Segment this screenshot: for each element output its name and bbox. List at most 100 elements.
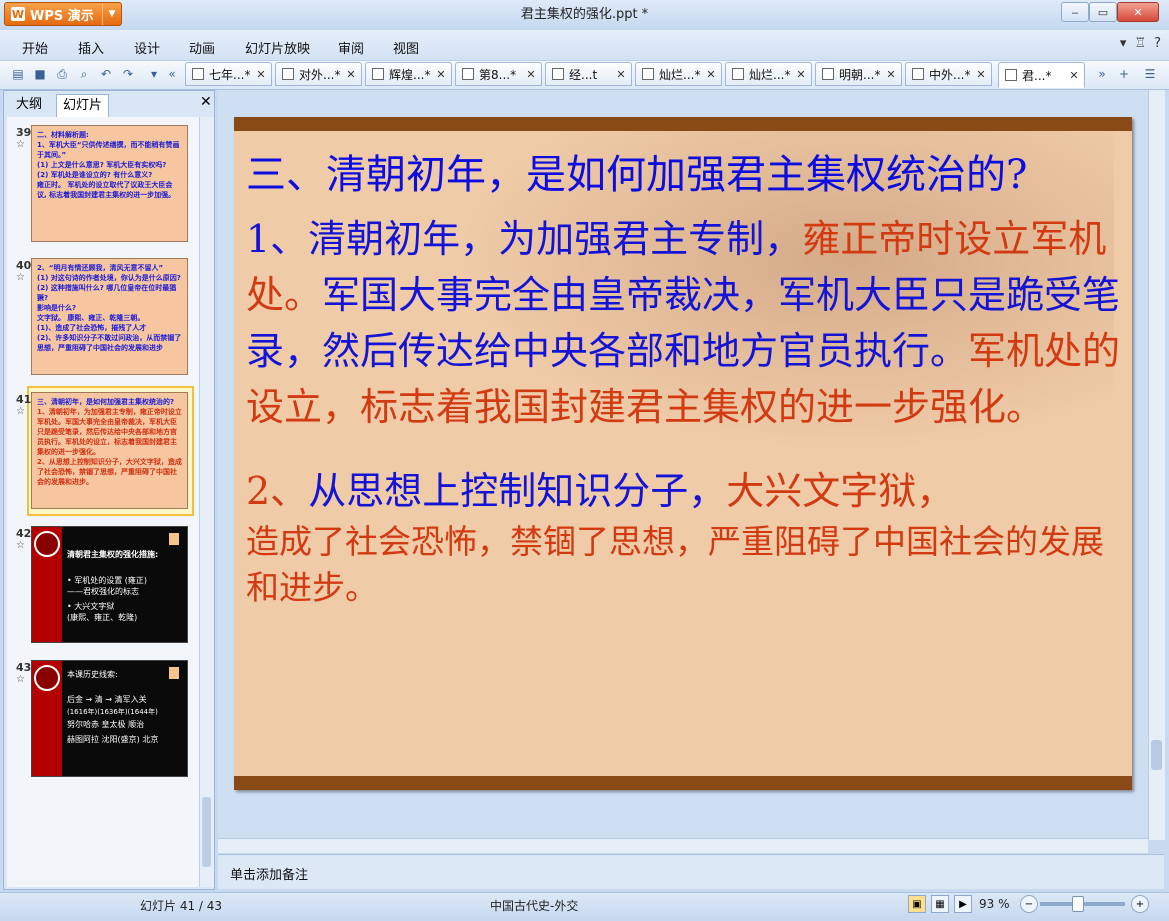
zoom-slider-handle[interactable] [1072, 896, 1084, 912]
current-slide[interactable]: 三、清朝初年，是如何加强君主集权统治的? 1、清朝初年，为加强君主专制，雍正帝时… [234, 117, 1132, 790]
horizontal-scrollbar[interactable] [218, 838, 1148, 853]
close-icon[interactable]: ✕ [974, 68, 988, 81]
animation-star-icon: ☆ [16, 540, 25, 551]
seal-icon [34, 531, 60, 557]
close-icon[interactable]: ✕ [254, 68, 268, 81]
animation-star-icon: ☆ [16, 139, 25, 150]
print-preview-icon[interactable]: ⌕ [76, 66, 92, 82]
document-icon [462, 68, 474, 80]
slide-text-box[interactable]: 三、清朝初年，是如何加强君主集权统治的? 1、清朝初年，为加强君主专制，雍正帝时… [246, 147, 1126, 611]
tab-outline[interactable]: 大纲 [10, 94, 48, 116]
chevron-down-icon[interactable]: ▾ [1120, 36, 1127, 51]
menu-slideshow[interactable]: 幻灯片放映 [245, 38, 310, 57]
chevron-down-icon[interactable]: ▼ [102, 3, 121, 25]
close-icon[interactable]: ✕ [524, 68, 538, 81]
zoom-in-icon[interactable]: + [1131, 895, 1149, 913]
document-icon [552, 68, 564, 80]
menu-view[interactable]: 视图 [393, 38, 419, 57]
close-icon[interactable]: ✕ [200, 94, 212, 110]
close-icon[interactable]: ✕ [884, 68, 898, 81]
doc-tab[interactable]: 明朝...* ✕ [815, 62, 902, 86]
doc-tab[interactable]: 对外...* ✕ [275, 62, 362, 86]
document-title: 君主集权的强化.ppt * [520, 7, 649, 22]
slide-heading: 三、清朝初年，是如何加强君主集权统治的? [246, 152, 1028, 198]
document-icon [732, 68, 744, 80]
tabs-scroll-left-icon[interactable]: « [164, 66, 180, 82]
tab-list-icon[interactable]: ☰ [1142, 66, 1158, 82]
doc-tab[interactable]: 灿烂...* ✕ [635, 62, 722, 86]
undo-icon[interactable]: ↶ [98, 66, 114, 82]
wps-logo-icon: W [11, 7, 25, 21]
animation-star-icon: ☆ [16, 406, 25, 417]
slide-bottom-band [234, 776, 1132, 790]
tab-slides[interactable]: 幻灯片 [56, 94, 110, 117]
menu-review[interactable]: 审阅 [338, 38, 364, 57]
slide-thumbnail-selected[interactable]: 三、清朝初年，是如何加强君主集权统治的? 1、清朝初年，为加强君主专制，雍正帝时… [31, 392, 188, 509]
app-menu-button[interactable]: W WPS 演示 ▼ [4, 2, 122, 26]
slide-paragraph-2-cont: 造成了社会恐怖，禁锢了思想，严重阻碍了中国社会的发展和进步。 [246, 522, 1104, 607]
menu-bar [0, 30, 1169, 60]
doc-tab[interactable]: 辉煌...* ✕ [365, 62, 452, 86]
skin-icon[interactable]: ♖ [1134, 36, 1146, 51]
menu-animation[interactable]: 动画 [189, 38, 215, 57]
slide-paragraph-1: 1、清朝初年，为加强君主专制，雍正帝时设立军机处。军国大事完全由皇帝裁决，军机大… [246, 217, 1121, 429]
animation-star-icon: ☆ [16, 674, 25, 685]
slideshow-play-icon[interactable]: ▶ [954, 895, 972, 913]
notes-placeholder: 单击添加备注 [230, 868, 309, 883]
close-button[interactable]: ✕ [1117, 2, 1159, 22]
document-icon [642, 68, 654, 80]
zoom-level: 93 % [979, 897, 1010, 911]
seal-icon [34, 665, 60, 691]
customize-dropdown-icon[interactable]: ▾ [146, 66, 162, 82]
doc-tab[interactable]: 七年...* ✕ [185, 62, 272, 86]
doc-tab[interactable]: 中外...* ✕ [905, 62, 992, 86]
scroll-thumb[interactable] [202, 797, 211, 867]
slide-thumbnail[interactable]: 本课历史线索: 后金 → 清 → 清军入关 (1616年)(1636年)(164… [31, 660, 188, 777]
help-icon[interactable]: ? [1154, 36, 1161, 51]
scroll-icon [169, 667, 179, 679]
slide-thumbnail[interactable]: 清朝君主集权的强化措施: • 军机处的设置 (雍正) ——君权强化的标志 • 大… [31, 526, 188, 643]
minimize-button[interactable]: ‒ [1061, 2, 1089, 22]
maximize-button[interactable]: ▭ [1089, 2, 1117, 22]
new-tab-icon[interactable]: + [1116, 66, 1132, 82]
close-icon[interactable]: ✕ [344, 68, 358, 81]
document-icon [912, 68, 924, 80]
slide-number: 43 [16, 661, 32, 674]
notes-pane[interactable]: 单击添加备注 [218, 854, 1164, 889]
close-icon[interactable]: ✕ [794, 68, 808, 81]
normal-view-icon[interactable]: ▣ [908, 895, 926, 913]
slide-paragraph-2: 2、从思想上控制知识分子，大兴文字狱， [246, 469, 955, 513]
scroll-thumb[interactable] [1151, 740, 1162, 770]
print-icon[interactable]: ⎙ [54, 66, 70, 82]
close-icon[interactable]: ✕ [614, 68, 628, 81]
vertical-scrollbar[interactable] [1148, 90, 1165, 840]
close-icon[interactable]: ✕ [434, 68, 448, 81]
menu-home[interactable]: 开始 [22, 38, 48, 57]
save-icon[interactable]: ■ [32, 66, 48, 82]
document-icon [282, 68, 294, 80]
document-icon [192, 68, 204, 80]
slide-number: 42 [16, 527, 32, 540]
doc-tab[interactable]: 第8...* ✕ [455, 62, 542, 86]
scroll-icon [169, 533, 179, 545]
document-icon [1005, 69, 1017, 81]
slide-thumbnail[interactable]: 二、材料解析题: 1、军机大臣“只供传述缮撰，而不能稍有赞画于其间。” (1) … [31, 125, 188, 242]
document-icon [822, 68, 834, 80]
menu-design[interactable]: 设计 [134, 38, 160, 57]
doc-tab-active[interactable]: 君...* ✕ [998, 62, 1085, 88]
redo-icon[interactable]: ↷ [120, 66, 136, 82]
open-folder-icon[interactable]: ▤ [10, 66, 26, 82]
menu-insert[interactable]: 插入 [78, 38, 104, 57]
zoom-out-icon[interactable]: − [1020, 895, 1038, 913]
tabs-scroll-right-icon[interactable]: » [1094, 66, 1110, 82]
slide-number: 39 [16, 126, 32, 139]
slide-counter: 幻灯片 41 / 43 [140, 899, 223, 913]
slide-sorter-icon[interactable]: ▦ [931, 895, 949, 913]
close-icon[interactable]: ✕ [1067, 69, 1081, 82]
document-icon [372, 68, 384, 80]
doc-tab[interactable]: 经...t ✕ [545, 62, 632, 86]
slide-thumbnail[interactable]: 2、“明月有情还顾我，清风无意不留人” (1) 对这句诗的作者处境，你认为是什么… [31, 258, 188, 375]
close-icon[interactable]: ✕ [704, 68, 718, 81]
thumbnail-scrollbar[interactable] [199, 117, 214, 887]
doc-tab[interactable]: 灿烂...* ✕ [725, 62, 812, 86]
